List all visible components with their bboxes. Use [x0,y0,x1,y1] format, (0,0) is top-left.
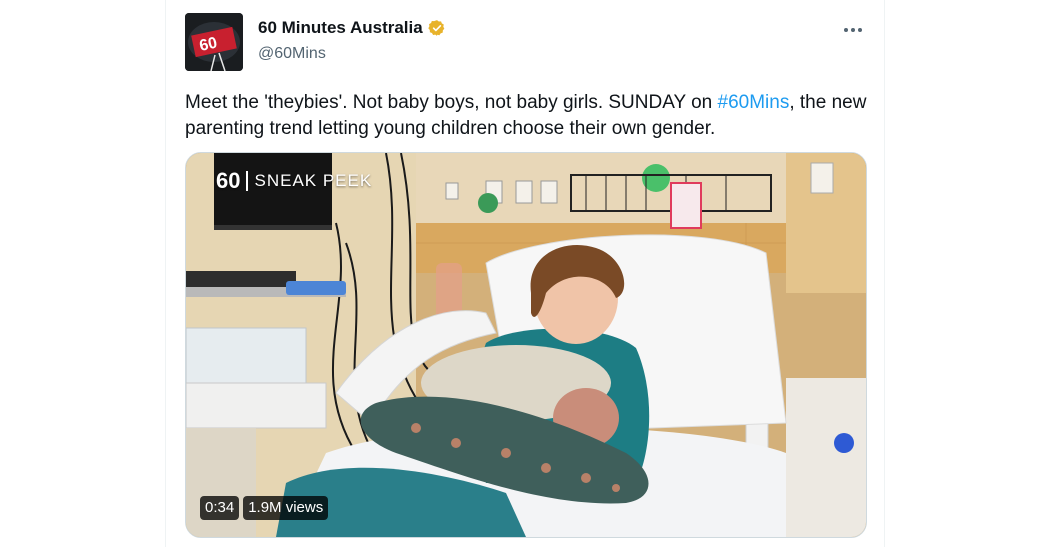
hashtag-link[interactable]: #60Mins [718,92,790,113]
watermark-text: SNEAK PEEK [254,171,373,190]
video-watermark: 60 SNEAK PEEK [216,168,373,193]
avatar[interactable]: 60 [185,13,243,71]
more-options-button[interactable] [835,18,871,42]
author-name[interactable]: 60 Minutes Australia [258,18,446,38]
author-name-text[interactable]: 60 Minutes Australia [258,18,423,38]
video-info-badges: 0:34 1.9M views [200,496,329,520]
video-duration: 0:34 [200,496,240,520]
watermark-divider [246,171,249,191]
more-dot-icon [844,28,848,32]
verified-badge-icon [428,20,445,36]
tweet[interactable]: 60 60 Minutes Australia @60Mins Meet the… [166,0,884,547]
svg-text:60: 60 [198,35,219,55]
page: 60 60 Minutes Australia @60Mins Meet the… [0,0,1050,547]
tweet-text: Meet the 'theybies'. Not baby boys, not … [185,90,875,142]
video-views: 1.9M views [243,496,329,520]
tweet-text-start: Meet the 'theybies'. Not baby boys, not … [185,92,718,113]
column-divider-right [884,0,885,547]
author-handle[interactable]: @60Mins [258,45,326,63]
watermark-logo: 60 [216,168,241,193]
more-dot-icon [858,28,862,32]
video-player[interactable]: 60 SNEAK PEEK 0:34 1.9M views [185,152,867,538]
video-thumbnail [186,153,866,537]
60-minutes-logo-icon: 60 [185,13,243,71]
more-dot-icon [851,28,855,32]
